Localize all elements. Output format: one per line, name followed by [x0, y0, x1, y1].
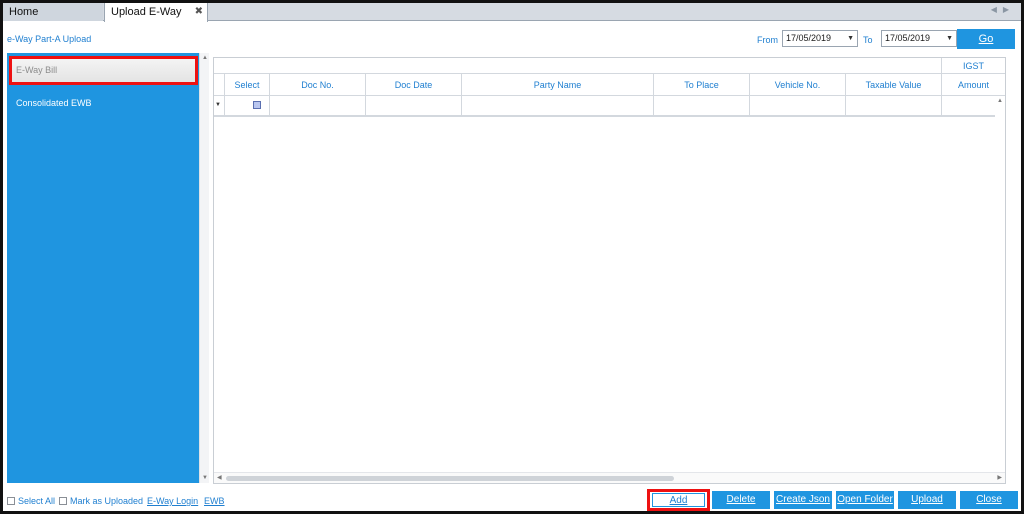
grid-vertical-scrollbar[interactable]: ▲ — [995, 96, 1005, 472]
grid-group-header: IGST — [214, 58, 1005, 74]
upload-button-label: Upload — [911, 494, 943, 505]
cell-party-name[interactable] — [461, 96, 653, 115]
column-header-amount[interactable]: Amount — [941, 74, 1005, 96]
scroll-up-icon[interactable]: ▲ — [997, 98, 1003, 104]
select-all-label: Select All — [18, 496, 56, 506]
go-button[interactable]: Go — [957, 29, 1015, 49]
sidebar-item-eway-bill[interactable]: E-Way Bill — [9, 56, 198, 85]
grid-header-row: Select Doc No. Doc Date Party Name To Pl… — [214, 74, 1005, 96]
to-date-picker[interactable]: 17/05/2019 ▼ — [881, 30, 957, 47]
select-all-checkbox[interactable]: Select All — [7, 496, 55, 506]
close-button-label: Close — [976, 494, 1002, 505]
close-icon[interactable]: ✖ — [195, 3, 203, 21]
create-json-button-label: Create Json — [776, 494, 830, 505]
chevron-down-icon[interactable]: ▼ — [946, 31, 953, 46]
from-date-value: 17/05/2019 — [786, 33, 832, 43]
mark-uploaded-label: Mark as Uploaded — [70, 496, 144, 506]
column-header-vehicle-no[interactable]: Vehicle No. — [749, 74, 845, 96]
from-date-picker[interactable]: 17/05/2019 ▼ — [782, 30, 858, 47]
scroll-thumb[interactable] — [226, 476, 674, 481]
cell-doc-date[interactable] — [365, 96, 461, 115]
checkbox-box[interactable] — [59, 497, 67, 505]
sidebar: E-Way Bill Consolidated EWB — [7, 53, 199, 483]
from-label: From — [757, 35, 778, 45]
tab-upload-eway[interactable]: Upload E-Way ✖ — [104, 3, 208, 22]
column-header-select[interactable]: Select — [224, 74, 269, 96]
app-window: Home Upload E-Way ✖ ◀▶ e-Way Part-A Uplo… — [0, 0, 1024, 514]
scroll-right-icon[interactable]: ▶ — [997, 474, 1002, 481]
row-checkbox[interactable] — [253, 101, 261, 109]
cell-to-place[interactable] — [653, 96, 749, 115]
add-button[interactable]: Add — [647, 489, 710, 511]
tab-home[interactable]: Home — [3, 3, 103, 21]
delete-button-label: Delete — [726, 494, 756, 505]
ewb-link[interactable]: EWB — [204, 496, 225, 506]
mark-uploaded-checkbox[interactable]: Mark as Uploaded — [59, 496, 143, 506]
to-label: To — [863, 35, 873, 45]
tab-upload-label: Upload E-Way — [111, 6, 182, 18]
cell-taxable-value[interactable] — [845, 96, 941, 115]
eway-login-link[interactable]: E-Way Login — [147, 496, 198, 506]
row-pointer-icon: ▼ — [215, 102, 221, 108]
open-folder-button[interactable]: Open Folder — [836, 491, 894, 509]
group-header-igst: IGST — [941, 58, 1005, 74]
column-header-doc-date[interactable]: Doc Date — [365, 74, 461, 96]
grid-horizontal-scrollbar[interactable]: ◀ ▶ — [214, 472, 1005, 483]
checkbox-box[interactable] — [7, 497, 15, 505]
cell-select[interactable] — [224, 96, 269, 115]
tab-scroll-arrows-icon[interactable]: ◀▶ — [991, 5, 1015, 14]
table-row[interactable]: ▼ — [214, 96, 1005, 117]
column-header-taxable-value[interactable]: Taxable Value — [845, 74, 941, 96]
tab-bar: Home Upload E-Way ✖ ◀▶ — [3, 3, 1021, 22]
open-folder-button-label: Open Folder — [837, 494, 893, 505]
cell-vehicle-no[interactable] — [749, 96, 845, 115]
scroll-left-icon[interactable]: ◀ — [217, 474, 222, 481]
page-title: e-Way Part-A Upload — [7, 34, 92, 44]
row-header-cell — [214, 74, 224, 96]
column-header-party-name[interactable]: Party Name — [461, 74, 653, 96]
sidebar-item-consolidated-ewb[interactable]: Consolidated EWB — [16, 98, 92, 108]
add-button-label: Add — [652, 493, 705, 507]
upload-button[interactable]: Upload — [898, 491, 956, 509]
eway-grid: IGST Select Doc No. Doc Date Party Name … — [213, 57, 1006, 484]
to-date-value: 17/05/2019 — [885, 33, 931, 43]
create-json-button[interactable]: Create Json — [774, 491, 832, 509]
scroll-down-icon[interactable]: ▼ — [202, 475, 208, 481]
column-header-to-place[interactable]: To Place — [653, 74, 749, 96]
scroll-up-icon[interactable]: ▲ — [202, 55, 208, 61]
sidebar-scrollbar[interactable]: ▲ ▼ — [199, 53, 209, 483]
close-button[interactable]: Close — [960, 491, 1018, 509]
cell-doc-no[interactable] — [269, 96, 365, 115]
delete-button[interactable]: Delete — [712, 491, 770, 509]
column-header-doc-no[interactable]: Doc No. — [269, 74, 365, 96]
chevron-down-icon[interactable]: ▼ — [847, 31, 854, 46]
